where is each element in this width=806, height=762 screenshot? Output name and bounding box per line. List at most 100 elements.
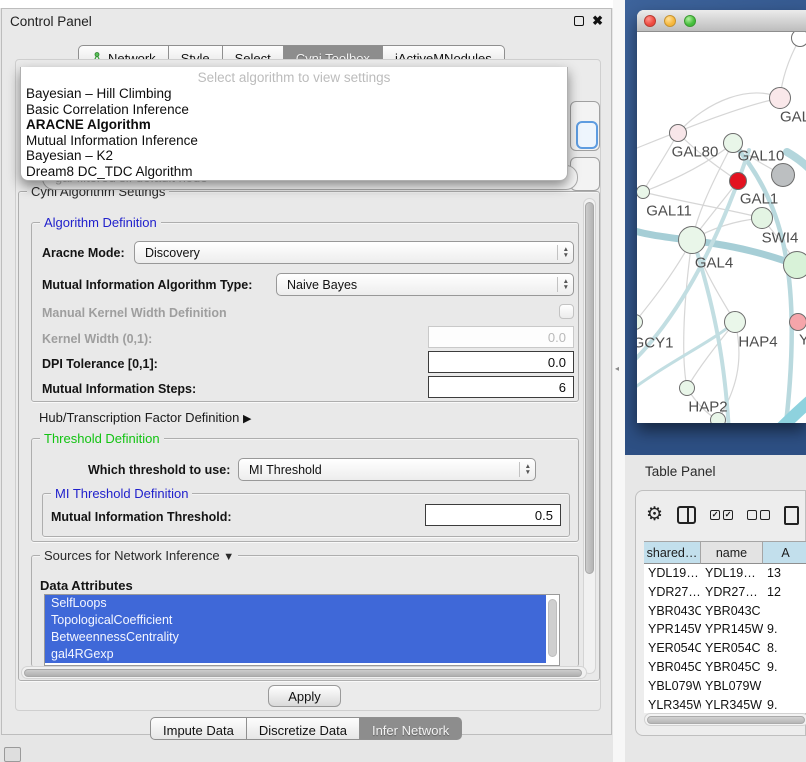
network-node[interactable] — [751, 207, 773, 229]
data-attributes-list[interactable]: SelfLoops TopologicalCoefficient Between… — [44, 594, 560, 666]
table-row[interactable]: YLR345WYLR345W9. — [644, 696, 806, 713]
dock-panel-icon[interactable] — [4, 747, 21, 762]
node-label: GAL1 — [740, 191, 778, 208]
network-node[interactable] — [669, 124, 687, 142]
list-scrollbar-thumb[interactable] — [548, 599, 557, 657]
table-row[interactable]: YDR27…YDR27…12 — [644, 583, 806, 602]
hub-transcription-expander[interactable]: Hub/Transcription Factor Definition ▶ — [39, 410, 251, 425]
float-window-icon[interactable] — [574, 16, 584, 26]
chevron-down-icon[interactable]: ▼ — [223, 551, 234, 563]
dropdown-item[interactable]: Basic Correlation Inference — [21, 102, 567, 118]
column-header[interactable]: name — [701, 542, 763, 564]
which-threshold-combo[interactable]: MI Threshold ▲▼ — [238, 458, 536, 481]
network-view-window[interactable]: GALGAL80GAL10GAL1GAL11SWI4GAL4GCY1HAP4YH… — [637, 10, 806, 423]
node-attribute-table[interactable]: shared… name A YDL19…YDL19…13 YDR27…YDR2… — [644, 541, 806, 713]
algorithm-dropdown-popup: Select algorithm to view settings Bayesi… — [20, 67, 568, 181]
network-node[interactable] — [789, 313, 806, 331]
node-label: GAL — [780, 109, 806, 126]
table-row[interactable]: YBR045CYBR045C9. — [644, 658, 806, 677]
splitter-handle-icon[interactable]: ◂ — [615, 364, 619, 373]
select-all-checkboxes-icon[interactable]: ✓✓ — [710, 510, 733, 520]
dropdown-item[interactable]: Dream8 DC_TDC Algorithm — [21, 164, 567, 180]
tab-impute-data[interactable]: Impute Data — [150, 717, 247, 740]
input-value: 6 — [559, 380, 566, 395]
node-label: GCY1 — [637, 335, 673, 352]
table-row[interactable]: YPR145WYPR145W9. — [644, 620, 806, 639]
tab-infer-network[interactable]: Infer Network — [360, 717, 462, 740]
zoom-traffic-light-icon[interactable] — [684, 15, 696, 27]
list-item-selected[interactable]: SelfLoops — [45, 595, 546, 612]
dropdown-item-highlighted[interactable]: ARACNE Algorithm — [21, 117, 567, 133]
manual-kernel-checkbox[interactable] — [559, 304, 574, 319]
control-panel: Control Panel ✖ Network Style Select Cyn… — [1, 8, 612, 735]
node-label: GAL4 — [695, 255, 733, 272]
split-view-icon[interactable] — [677, 506, 696, 524]
apply-button[interactable]: Apply — [268, 685, 341, 707]
node-label: HAP2 — [688, 399, 727, 416]
scrollbar-thumb[interactable] — [647, 716, 805, 724]
combo-value: Discovery — [145, 246, 200, 260]
table-row[interactable]: YBL079WYBL079W — [644, 677, 806, 696]
node-label: Y — [799, 332, 806, 349]
network-node[interactable] — [769, 87, 791, 109]
table-row[interactable]: YER054CYER054C8. — [644, 639, 806, 658]
scrollbar-thumb[interactable] — [24, 669, 582, 677]
dropdown-placeholder: Select algorithm to view settings — [21, 67, 567, 86]
file-icon[interactable] — [784, 506, 799, 525]
mi-threshold-input[interactable]: 0.5 — [425, 504, 561, 526]
network-window-titlebar[interactable] — [637, 10, 806, 32]
focused-combo-button-fragment — [576, 121, 598, 149]
column-header[interactable]: A — [763, 542, 806, 564]
dropdown-item[interactable]: Bayesian – K2 — [21, 148, 567, 164]
scrollbar-thumb[interactable] — [585, 202, 594, 574]
mi-steps-label: Mutual Information Steps: — [42, 382, 196, 396]
panel-title: Control Panel — [10, 14, 92, 29]
tab-discretize-data[interactable]: Discretize Data — [247, 717, 360, 740]
kernel-width-label: Kernel Width (0,1): — [42, 332, 152, 346]
column-header[interactable]: shared… — [644, 542, 701, 564]
group-title: Threshold Definition — [40, 431, 164, 446]
dropdown-item[interactable]: Bayesian – Hill Climbing — [21, 86, 567, 102]
table-horizontal-scrollbar[interactable] — [644, 713, 806, 726]
settings-vertical-scrollbar[interactable] — [583, 198, 596, 674]
settings-gear-icon[interactable]: ⚙ — [646, 505, 663, 525]
close-icon[interactable]: ✖ — [592, 16, 603, 26]
close-traffic-light-icon[interactable] — [644, 15, 656, 27]
network-node[interactable] — [791, 32, 806, 47]
minimize-traffic-light-icon[interactable] — [664, 15, 676, 27]
kernel-width-input[interactable]: 0.0 — [428, 326, 574, 348]
network-node[interactable] — [724, 311, 746, 333]
node-label: SWI4 — [762, 230, 799, 247]
deselect-all-checkboxes-icon[interactable] — [747, 510, 770, 520]
dropdown-item[interactable]: Mutual Information Inference — [21, 133, 567, 149]
background-strip — [0, 0, 625, 8]
network-node[interactable] — [729, 172, 747, 190]
network-node[interactable] — [678, 226, 706, 254]
dpi-tolerance-input[interactable]: 0.0 — [428, 351, 574, 373]
mi-algorithm-type-combo[interactable]: Naive Bayes ▲▼ — [276, 273, 574, 296]
table-row[interactable]: YDL19…YDL19…13 — [644, 564, 806, 583]
node-label: GAL80 — [672, 144, 719, 161]
aracne-mode-combo[interactable]: Discovery ▲▼ — [134, 241, 574, 264]
settings-horizontal-scrollbar[interactable] — [21, 666, 587, 679]
aracne-mode-label: Aracne Mode: — [42, 246, 125, 260]
network-canvas[interactable]: GALGAL80GAL10GAL1GAL11SWI4GAL4GCY1HAP4YH… — [637, 32, 806, 423]
table-row[interactable]: YBR043CYBR043C — [644, 602, 806, 621]
input-value: 0.0 — [548, 355, 566, 370]
network-node[interactable] — [679, 380, 695, 396]
sources-title: Sources for Network Inference — [44, 548, 220, 563]
list-item-selected[interactable]: TopologicalCoefficient — [45, 612, 546, 629]
list-item-selected[interactable]: gal4RGexp — [45, 646, 546, 663]
control-panel-titlebar: Control Panel ✖ — [2, 9, 611, 33]
sources-group: Sources for Network Inference ▼ Data Att… — [31, 555, 579, 667]
combo-value: MI Threshold — [249, 463, 322, 477]
network-node[interactable] — [771, 163, 795, 187]
panel-splitter[interactable] — [613, 0, 625, 762]
group-title: Sources for Network Inference ▼ — [40, 548, 238, 563]
input-value: 0.0 — [548, 330, 566, 345]
list-item-selected[interactable]: BetweennessCentrality — [45, 629, 546, 646]
mi-steps-input[interactable]: 6 — [428, 376, 574, 398]
node-label: HAP4 — [738, 334, 777, 351]
network-node[interactable] — [783, 251, 806, 279]
mi-algorithm-type-label: Mutual Information Algorithm Type: — [42, 278, 252, 292]
